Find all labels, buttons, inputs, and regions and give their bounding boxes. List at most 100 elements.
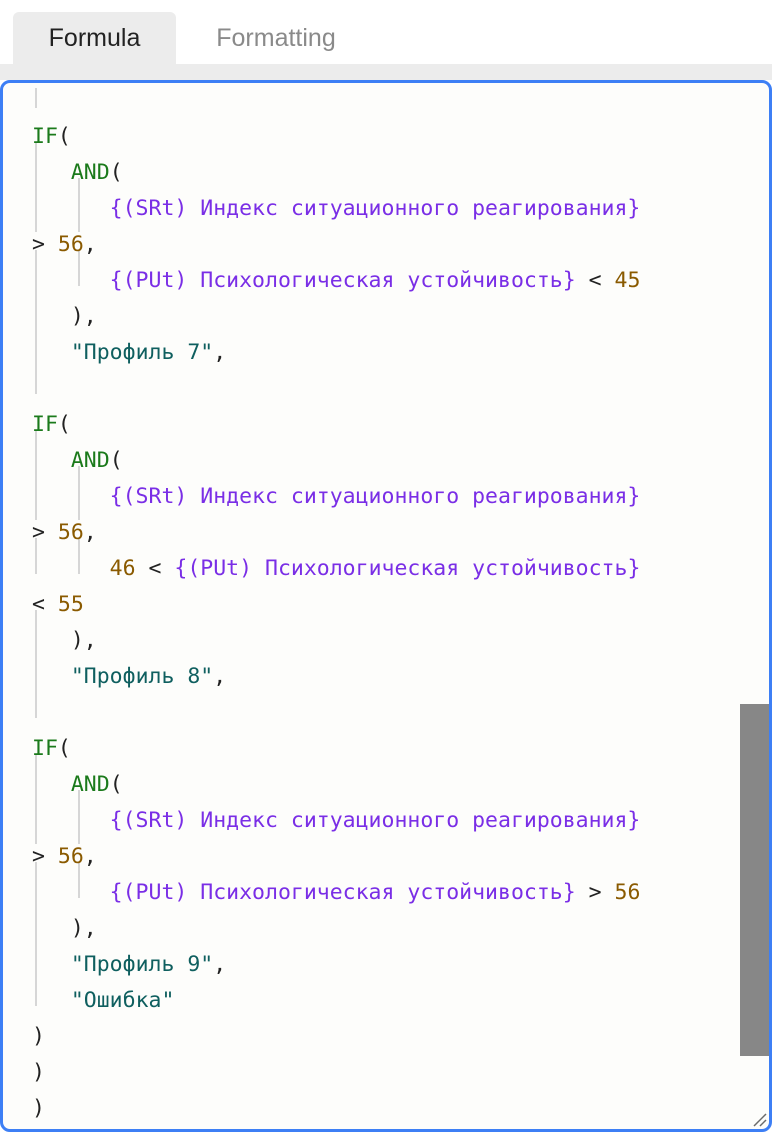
token-fn: IF <box>32 124 58 149</box>
token-s: "Профиль 7" <box>70 340 214 365</box>
token-p: ), <box>70 304 97 329</box>
formula-editor[interactable]: IF( AND( {(SRt) Индекс ситуационного реа… <box>0 80 772 1132</box>
token-p: , <box>83 232 97 257</box>
token-p: , <box>213 340 227 365</box>
token-n: 46 <box>109 556 136 581</box>
token-p: < <box>32 592 58 617</box>
token-fld: {(PUt) Психологическая устойчивость} <box>109 880 576 905</box>
code-line[interactable]: ), <box>32 623 97 659</box>
token-p: , <box>213 952 227 977</box>
token-n: 56 <box>57 520 84 545</box>
token-n: 56 <box>57 844 84 869</box>
code-line[interactable]: ) <box>32 1055 45 1091</box>
code-line[interactable]: IF( <box>32 119 71 155</box>
code-line[interactable]: {(SRt) Индекс ситуационного реагирования… <box>32 803 641 839</box>
token-p: ) <box>32 1060 45 1085</box>
code-line[interactable]: > 56, <box>32 515 97 551</box>
token-s: "Профиль 8" <box>70 664 214 689</box>
token-p: ), <box>70 916 97 941</box>
code-line[interactable]: "Профиль 7", <box>32 335 226 371</box>
token-fld: {(PUt) Психологическая устойчивость} <box>174 556 641 581</box>
code-line[interactable]: {(SRt) Индекс ситуационного реагирования… <box>32 191 641 227</box>
token-p: ( <box>109 772 123 797</box>
token-n: 45 <box>614 268 641 293</box>
token-p: ) <box>32 1024 45 1049</box>
code-line[interactable]: IF( <box>32 731 71 767</box>
token-p: > <box>32 520 58 545</box>
token-p: ( <box>57 736 71 761</box>
tab-panel-strip <box>0 64 772 80</box>
code-line[interactable]: AND( <box>32 443 123 479</box>
token-p: ( <box>109 448 123 473</box>
token-fn: AND <box>70 772 110 797</box>
token-p: ( <box>109 160 123 185</box>
token-fld: {(SRt) Индекс ситуационного реагирования… <box>109 484 641 509</box>
code-line[interactable]: "Ошибка" <box>32 983 175 1019</box>
code-line[interactable]: AND( <box>32 767 123 803</box>
code-line[interactable]: < 55 <box>32 587 84 623</box>
code-line[interactable]: 46 < {(PUt) Психологическая устойчивость… <box>32 551 641 587</box>
token-s: "Профиль 9" <box>70 952 214 977</box>
tab-formatting[interactable]: Formatting <box>176 12 376 64</box>
token-p: > <box>32 232 58 257</box>
token-p: ( <box>57 412 71 437</box>
token-p: ( <box>57 124 71 149</box>
token-p: > <box>575 880 615 905</box>
token-fld: {(PUt) Психологическая устойчивость} <box>109 268 576 293</box>
code-line[interactable]: ), <box>32 299 97 335</box>
code-line[interactable]: {(PUt) Психологическая устойчивость} < 4… <box>32 263 641 299</box>
code-line[interactable]: ), <box>32 911 97 947</box>
code-line[interactable]: IF( <box>32 407 71 443</box>
token-n: 56 <box>614 880 641 905</box>
token-p: < <box>575 268 615 293</box>
code-line[interactable]: {(PUt) Психологическая устойчивость} > 5… <box>32 875 641 911</box>
code-line[interactable]: > 56, <box>32 227 97 263</box>
code-line[interactable]: "Профиль 8", <box>32 659 226 695</box>
token-fn: IF <box>32 736 58 761</box>
code-line[interactable]: ) <box>32 1091 45 1127</box>
resize-grip-icon[interactable] <box>751 1111 767 1127</box>
token-fn: AND <box>70 160 110 185</box>
token-p: > <box>32 844 58 869</box>
tab-formula[interactable]: Formula <box>13 12 176 64</box>
token-p: ), <box>70 628 97 653</box>
code-line[interactable]: {(SRt) Индекс ситуационного реагирования… <box>32 479 641 515</box>
token-p: < <box>135 556 175 581</box>
token-fn: IF <box>32 412 58 437</box>
code-line[interactable]: ) <box>32 1019 45 1055</box>
formula-code[interactable]: IF( AND( {(SRt) Индекс ситуационного реа… <box>3 83 769 1129</box>
token-fld: {(SRt) Индекс ситуационного реагирования… <box>109 808 641 833</box>
code-line[interactable]: > 56, <box>32 839 97 875</box>
vertical-scrollbar-thumb[interactable] <box>740 704 769 1056</box>
token-p: ) <box>32 1096 45 1121</box>
token-s: "Ошибка" <box>70 988 175 1013</box>
code-line[interactable]: AND( <box>32 155 123 191</box>
token-fn: AND <box>70 448 110 473</box>
code-line[interactable]: "Профиль 9", <box>32 947 226 983</box>
token-p: , <box>83 520 97 545</box>
token-n: 56 <box>57 232 84 257</box>
token-p: , <box>83 844 97 869</box>
code-line[interactable]: ) <box>32 1127 45 1129</box>
token-fld: {(SRt) Индекс ситуационного реагирования… <box>109 196 641 221</box>
tab-bar: Formula Formatting <box>0 0 772 64</box>
token-n: 55 <box>57 592 84 617</box>
indent-guide <box>35 88 37 108</box>
token-p: , <box>213 664 227 689</box>
